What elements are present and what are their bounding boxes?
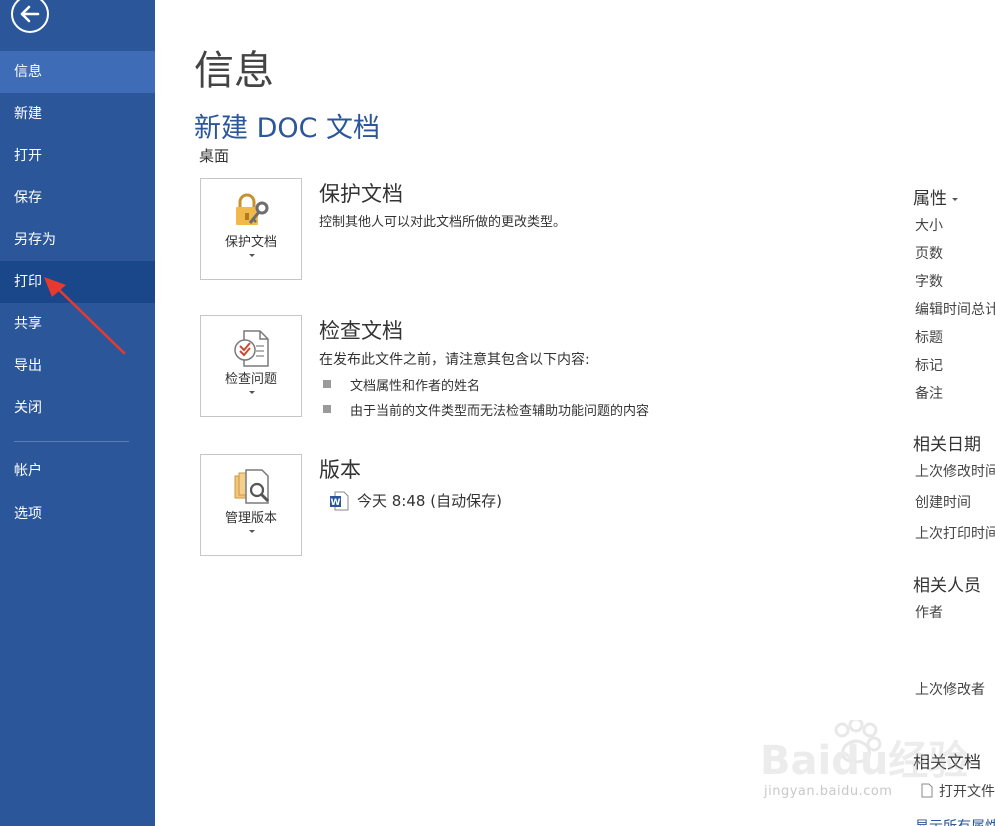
property-author: 作者: [915, 605, 943, 621]
sidebar-item-info[interactable]: 信息: [0, 51, 155, 93]
word-backstage-window: 信息 新建 打开 保存 另存为 打印 共享 导出 关闭 帐户 选项 信息 新建 …: [0, 0, 995, 826]
protect-document-button-label: 保护文档: [224, 235, 277, 250]
property-last-printed: 上次打印时间: [915, 526, 995, 542]
inspect-bullet-item: 文档属性和作者的姓名: [323, 375, 480, 394]
property-tags: 标记: [915, 358, 943, 374]
sidebar-item-save[interactable]: 保存: [0, 177, 155, 219]
inspect-document-description: 在发布此文件之前，请注意其包含以下内容:: [319, 352, 590, 368]
manage-versions-button-label: 管理版本: [224, 511, 277, 526]
manage-versions-icon: [234, 469, 270, 504]
bullet-square-icon: [323, 405, 331, 413]
svg-text:W: W: [331, 498, 341, 508]
property-comments: 备注: [915, 386, 943, 402]
check-for-issues-button-label: 检查问题: [224, 372, 277, 387]
property-created: 创建时间: [915, 495, 971, 511]
sidebar-item-options[interactable]: 选项: [0, 493, 155, 535]
manage-versions-button[interactable]: 管理版本: [200, 454, 302, 556]
property-size: 大小: [915, 218, 943, 234]
chevron-down-icon: [952, 197, 958, 201]
inspect-document-icon: [234, 330, 269, 367]
back-arrow-icon: [20, 5, 40, 23]
document-name: 新建 DOC 文档: [194, 113, 381, 144]
chevron-down-icon: [249, 254, 255, 257]
properties-heading[interactable]: 属性: [913, 184, 958, 209]
watermark-url: jingyan.baidu.com: [764, 784, 893, 799]
word-document-icon: W: [330, 491, 349, 511]
baidu-watermark-logo: Baidu经验: [760, 720, 968, 784]
document-location: 桌面: [199, 147, 230, 165]
check-for-issues-button[interactable]: 检查问题: [200, 315, 302, 417]
back-button[interactable]: [11, 0, 49, 33]
version-entry-label: 今天 8:48 (自动保存): [357, 492, 502, 510]
property-last-modified: 上次修改时间: [915, 464, 995, 480]
property-pages: 页数: [915, 246, 943, 262]
sidebar-item-new[interactable]: 新建: [0, 93, 155, 135]
backstage-sidebar: 信息 新建 打开 保存 另存为 打印 共享 导出 关闭 帐户 选项: [0, 0, 155, 826]
property-title: 标题: [915, 330, 943, 346]
property-words: 字数: [915, 274, 943, 290]
lock-key-icon: [236, 193, 269, 225]
sidebar-item-save-as[interactable]: 另存为: [0, 219, 155, 261]
sidebar-divider: [14, 441, 129, 442]
chevron-down-icon: [249, 391, 255, 394]
versions-title: 版本: [319, 458, 361, 482]
annotation-arrow-icon: [44, 277, 126, 355]
protect-document-button[interactable]: 保护文档: [200, 178, 302, 280]
related-dates-heading: 相关日期: [913, 435, 981, 455]
inspect-bullet-item: 由于当前的文件类型而无法检查辅助功能问题的内容: [323, 400, 649, 419]
inspect-document-title: 检查文档: [319, 319, 403, 343]
sidebar-item-open[interactable]: 打开: [0, 135, 155, 177]
protect-document-description: 控制其他人可以对此文档所做的更改类型。: [319, 215, 567, 230]
sidebar-item-account[interactable]: 帐户: [0, 450, 155, 492]
sidebar-item-close[interactable]: 关闭: [0, 387, 155, 429]
property-last-modified-by: 上次修改者: [915, 682, 985, 698]
bullet-square-icon: [323, 380, 331, 388]
protect-document-title: 保护文档: [319, 182, 403, 206]
related-people-heading: 相关人员: [913, 576, 981, 596]
chevron-down-icon: [249, 530, 255, 533]
page-title: 信息: [194, 48, 274, 94]
property-total-editing-time: 编辑时间总计: [915, 302, 995, 318]
svg-text:Baidu经验: Baidu经验: [760, 738, 968, 784]
